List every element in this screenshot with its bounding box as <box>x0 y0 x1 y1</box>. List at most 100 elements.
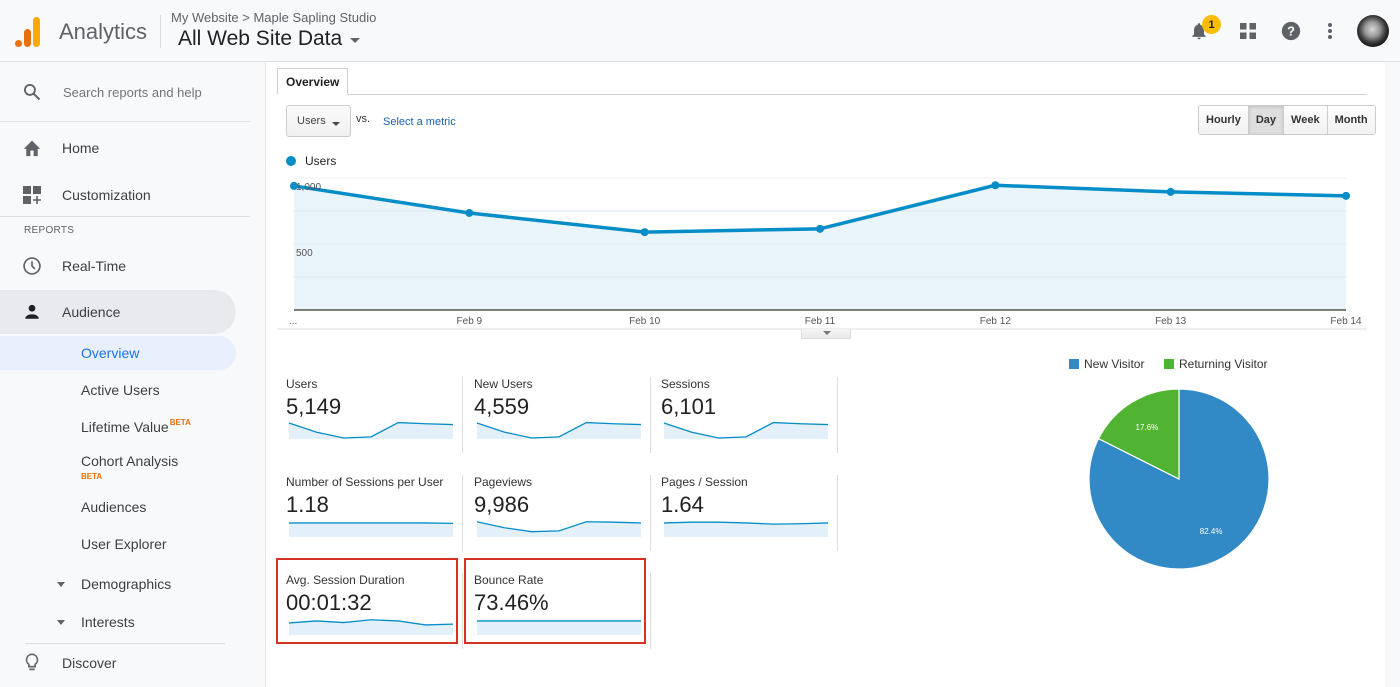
sidebar-item-customization[interactable]: Customization <box>0 173 236 217</box>
svg-text:?: ? <box>1287 24 1295 39</box>
lightbulb-icon <box>21 652 43 674</box>
scorecard-divider <box>650 377 651 453</box>
scorecard-divider <box>650 475 651 551</box>
sparkline <box>476 421 642 439</box>
sidebar-item-audience[interactable]: Audience <box>0 290 236 334</box>
x-tick-label: Feb 14 <box>1330 316 1362 327</box>
sparkline-fill <box>664 522 828 537</box>
lifetime-value-label: Lifetime Value <box>81 419 169 435</box>
scorecard-value: 1.18 <box>286 492 329 517</box>
beta-badge: BETA <box>81 472 103 481</box>
sparkline <box>289 522 454 537</box>
app-name: Analytics <box>59 19 148 44</box>
scorecard-label: New Users <box>474 377 533 391</box>
pie-slice-new-visitor <box>1088 388 1270 570</box>
chevron-down-icon <box>350 37 361 43</box>
sidebar-item-overview[interactable]: Overview <box>0 336 236 370</box>
scorecard-new-users[interactable]: New Users 4,559 <box>474 377 654 452</box>
legend-swatch-icon <box>1164 359 1174 369</box>
search-icon <box>24 84 41 101</box>
y-tick-label: 1,000 <box>296 182 321 193</box>
more-options-button[interactable] <box>1318 19 1342 43</box>
data-point <box>991 181 1000 190</box>
view-name: All Web Site Data <box>178 27 343 50</box>
sparkline-fill <box>477 521 641 537</box>
x-tick-label: Feb 9 <box>457 316 483 327</box>
sidebar-item-label: Audience <box>62 304 121 320</box>
highlight-box <box>276 558 458 644</box>
person-icon <box>21 301 43 323</box>
scorecard-pageviews[interactable]: Pageviews 9,986 <box>474 475 654 550</box>
sidebar-item-label: Lifetime ValueBETA <box>81 418 191 435</box>
legend-label: Returning Visitor <box>1179 357 1268 371</box>
sidebar-item-cohort-analysis[interactable]: Cohort Analysis BETA <box>0 442 236 486</box>
scorecard-divider <box>837 377 838 453</box>
customization-icon <box>21 184 43 206</box>
sidebar-item-label: Active Users <box>81 382 160 398</box>
sparkline <box>476 521 642 537</box>
analytics-logo-icon[interactable] <box>14 15 42 47</box>
pie-legend-returning[interactable]: Returning Visitor <box>1164 357 1268 371</box>
sidebar-nav: Home Customization REPORTS Real-Time Aud… <box>0 62 266 687</box>
scorecard-label: Number of Sessions per User <box>286 475 444 489</box>
scorecard-number-of-sessions-per-user[interactable]: Number of Sessions per User 1.18 <box>286 475 466 550</box>
highlight-box <box>464 558 646 644</box>
data-point <box>1342 191 1350 200</box>
sidebar-item-label: Demographics <box>81 576 172 592</box>
data-point <box>816 224 824 233</box>
scorecard-divider <box>462 573 463 649</box>
scorecard-sessions[interactable]: Sessions 6,101 <box>661 377 841 452</box>
scorecard-divider <box>462 377 463 453</box>
sidebar-item-home[interactable]: Home <box>0 126 236 170</box>
search-bar[interactable] <box>0 62 250 122</box>
apps-button[interactable] <box>1236 19 1260 43</box>
scorecard-value: 1.64 <box>661 492 704 517</box>
pie-slice-label: 17.6% <box>1136 423 1159 432</box>
header-divider <box>160 15 161 48</box>
reports-heading: REPORTS <box>24 225 75 236</box>
x-tick-label: ... <box>289 316 297 327</box>
scorecard-value: 5,149 <box>286 394 342 419</box>
x-tick-label: Feb 12 <box>980 316 1012 327</box>
data-point <box>1166 187 1175 196</box>
report-main: Overview Users vs. Select a metric Hourl… <box>267 62 1380 687</box>
sidebar-item-discover[interactable]: Discover <box>0 641 236 685</box>
scorecard-value: 6,101 <box>661 394 717 419</box>
help-icon: ? <box>1281 21 1301 41</box>
sidebar-item-label: Audiences <box>81 499 147 515</box>
help-button[interactable]: ? <box>1279 19 1303 43</box>
scorecard-users[interactable]: Users 5,149 <box>286 377 466 452</box>
sparkline <box>663 421 829 439</box>
sidebar-item-user-explorer[interactable]: User Explorer <box>0 522 236 566</box>
sidebar-item-label: Overview <box>81 345 140 361</box>
sparkline <box>663 521 829 537</box>
pie-slice-label: 82.4% <box>1200 527 1223 536</box>
sidebar-item-interests[interactable]: Interests <box>0 600 236 644</box>
scorecard-divider <box>837 475 838 551</box>
legend-label: New Visitor <box>1084 357 1145 371</box>
account-breadcrumb[interactable]: My Website > Maple Sapling Studio <box>171 10 376 25</box>
sidebar-item-label: Interests <box>81 614 135 630</box>
notification-badge: 1 <box>1202 15 1221 34</box>
sidebar-item-label: Cohort Analysis <box>81 453 179 469</box>
area-fill <box>294 185 1346 310</box>
avatar[interactable] <box>1357 15 1389 47</box>
data-point <box>465 208 474 217</box>
divider <box>0 216 250 217</box>
view-selector[interactable]: All Web Site Data <box>178 27 361 51</box>
right-gutter <box>1385 62 1400 687</box>
search-input[interactable] <box>63 85 243 100</box>
chart-collapse-handle[interactable] <box>801 329 851 339</box>
apps-grid-icon <box>1240 23 1256 39</box>
home-icon <box>21 137 43 159</box>
expand-triangle-icon <box>57 582 65 587</box>
scorecard-divider <box>462 475 463 551</box>
clock-icon <box>21 255 43 277</box>
x-tick-label: Feb 13 <box>1155 316 1187 327</box>
sidebar-item-realtime[interactable]: Real-Time <box>0 244 236 288</box>
sparkline-fill <box>289 522 453 537</box>
scorecard-pages-session[interactable]: Pages / Session 1.64 <box>661 475 841 550</box>
beta-badge: BETA <box>169 418 191 427</box>
users-line-chart[interactable]: ... Feb 9 Feb 10 Feb 11 Feb 12 Feb 13 Feb 14 50… <box>267 62 1380 352</box>
pie-legend-new[interactable]: New Visitor <box>1069 357 1144 371</box>
